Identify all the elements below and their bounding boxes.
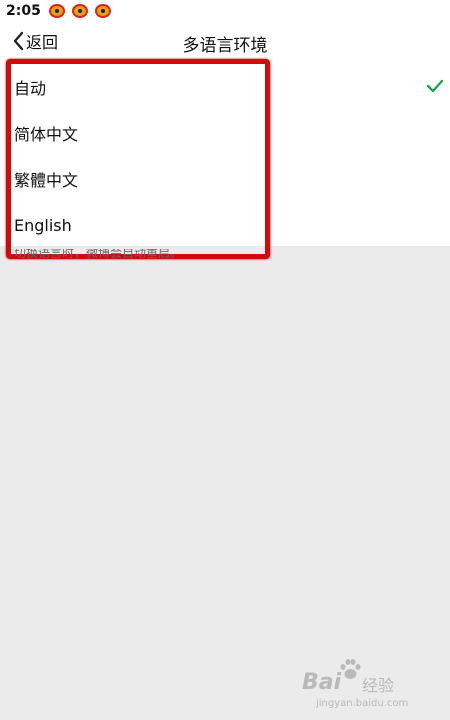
check-icon bbox=[426, 79, 444, 93]
watermark-url: jingyan.baidu.com bbox=[316, 698, 409, 709]
status-time: 2:05 bbox=[6, 3, 41, 19]
language-item-simplified-chinese[interactable]: 简体中文 bbox=[0, 110, 450, 156]
language-label: English bbox=[14, 215, 72, 235]
weibo-icon bbox=[48, 4, 65, 18]
language-item-auto[interactable]: 自动 bbox=[0, 64, 450, 110]
weibo-icon bbox=[94, 4, 111, 18]
language-label: 简体中文 bbox=[14, 125, 79, 144]
baidu-paw-icon bbox=[340, 659, 361, 679]
watermark-name: 经验 bbox=[362, 676, 395, 695]
page-title: 多语言环境 bbox=[182, 36, 268, 56]
language-list: 自动 简体中文 繁體中文 English bbox=[0, 60, 450, 246]
language-hint: 切换语言时，微博会自动重启。 bbox=[14, 249, 183, 260]
weibo-icon bbox=[71, 4, 88, 18]
language-label: 繁體中文 bbox=[14, 171, 79, 190]
status-bar: 2:05 bbox=[0, 0, 450, 22]
language-item-english[interactable]: English bbox=[0, 202, 450, 248]
baidu-jingyan-watermark: Bai 经验 jingyan.baidu.com bbox=[302, 659, 422, 714]
header: 返回 多语言环境 bbox=[0, 22, 450, 60]
language-item-traditional-chinese[interactable]: 繁體中文 bbox=[0, 156, 450, 202]
watermark-brand: Bai bbox=[302, 670, 342, 695]
language-label: 自动 bbox=[14, 79, 47, 98]
